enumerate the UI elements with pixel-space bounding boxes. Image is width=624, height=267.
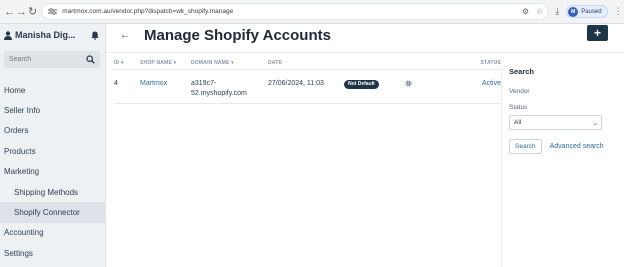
- search-actions: Search Advanced search: [509, 139, 624, 154]
- cell-status: Active: [481, 80, 501, 87]
- header-divider: [106, 52, 624, 53]
- main-content: ← Manage Shopify Accounts + ID ▾ SHOP NA…: [106, 24, 624, 267]
- sidebar-item-shipping-methods[interactable]: Shipping Methods: [0, 182, 105, 202]
- sidebar-item-orders[interactable]: Orders: [0, 121, 105, 141]
- back-arrow-icon[interactable]: ←: [4, 4, 15, 20]
- cell-id: 4: [114, 80, 118, 87]
- sidebar-header: Manisha Dig...: [0, 24, 105, 46]
- vendor-name: Manisha Dig...: [15, 30, 76, 40]
- search-panel: Search Vendor Status All ⌄ Search Advanc…: [501, 67, 624, 267]
- domain-line-1: a319c7-: [191, 80, 217, 87]
- app-shell: Manisha Dig... Home Seller Info Orders P…: [0, 24, 624, 267]
- search-panel-title: Search: [509, 67, 535, 76]
- status-select[interactable]: All ⌄: [509, 115, 602, 130]
- user-icon: [4, 30, 12, 40]
- avatar: M: [568, 6, 579, 17]
- status-badge: Not Default: [344, 80, 379, 89]
- forward-arrow-icon[interactable]: →: [16, 4, 27, 20]
- page-header: ← Manage Shopify Accounts: [106, 24, 624, 44]
- sidebar-item-home[interactable]: Home: [0, 80, 105, 100]
- domain-line-2: 52.myshopify.com: [191, 90, 247, 97]
- sidebar-item-marketing[interactable]: Marketing: [0, 162, 105, 182]
- status-label: Status: [509, 104, 528, 111]
- cell-domain-name: a319c7- 52.myshopify.com: [191, 79, 268, 99]
- search-button[interactable]: Search: [509, 139, 542, 154]
- table-header: ID ▾ SHOP NAME ▾ DOMAIN NAME ▾ DATE STAT…: [114, 56, 501, 70]
- reload-icon[interactable]: ↻: [28, 4, 37, 20]
- column-header-date[interactable]: DATE: [268, 60, 344, 66]
- address-bar[interactable]: martmox.com.au/vendor.php?dispatch=wk_sh…: [41, 3, 550, 20]
- profile-button[interactable]: M Paused: [566, 5, 608, 18]
- sidebar-item-settings[interactable]: Settings: [0, 243, 105, 263]
- column-header-status[interactable]: STATUS: [452, 60, 501, 66]
- chevron-down-icon: ⌄: [592, 119, 598, 127]
- gear-icon[interactable]: [404, 79, 413, 88]
- cell-shop-name[interactable]: Martmox: [140, 79, 191, 89]
- search-icon[interactable]: [86, 55, 95, 64]
- sidebar-search-input[interactable]: [9, 56, 79, 63]
- table-row: 4 Martmox a319c7- 52.myshopify.com 27/06…: [114, 70, 501, 104]
- vendor-label: Vendor: [509, 88, 530, 95]
- sidebar-item-shopify-connector[interactable]: Shopify Connector: [0, 202, 105, 223]
- status-select-value: All: [514, 119, 522, 126]
- back-arrow-icon[interactable]: ←: [120, 30, 130, 41]
- browser-toolbar: ← → ↻ martmox.com.au/vendor.php?dispatch…: [0, 0, 624, 24]
- download-icon[interactable]: ⤓: [555, 6, 559, 17]
- bookmark-star-icon[interactable]: ☆: [536, 7, 543, 16]
- url-text[interactable]: martmox.com.au/vendor.php?dispatch=wk_sh…: [62, 8, 515, 15]
- sidebar-search: [4, 51, 100, 68]
- sidebar-item-accounting[interactable]: Accounting: [0, 223, 105, 243]
- sidebar: Manisha Dig... Home Seller Info Orders P…: [0, 24, 106, 267]
- cell-actions: [404, 79, 452, 92]
- cell-date: 27/06/2024, 11:03: [268, 80, 324, 87]
- browser-menu-icon[interactable]: ⋮: [614, 6, 623, 17]
- cell-default-badge: Not Default: [344, 79, 404, 89]
- sidebar-menu: Home Seller Info Orders Products Marketi…: [0, 80, 105, 264]
- profile-status: Paused: [581, 8, 602, 15]
- accounts-table: ID ▾ SHOP NAME ▾ DOMAIN NAME ▾ DATE STAT…: [114, 56, 501, 104]
- sidebar-item-seller-info[interactable]: Seller Info: [0, 100, 105, 120]
- column-header-domain-name[interactable]: DOMAIN NAME ▾: [191, 60, 268, 66]
- page-title: Manage Shopify Accounts: [144, 26, 331, 44]
- vendor-switcher[interactable]: Manisha Dig...: [4, 30, 76, 40]
- column-header-shop-name[interactable]: SHOP NAME ▾: [140, 60, 191, 66]
- column-header-id[interactable]: ID ▾: [114, 60, 140, 66]
- bell-icon[interactable]: [91, 31, 99, 40]
- advanced-search-link[interactable]: Advanced search: [550, 143, 604, 150]
- sidebar-item-products[interactable]: Products: [0, 141, 105, 161]
- password-key-icon[interactable]: ⚙: [522, 7, 529, 16]
- add-account-button[interactable]: +: [587, 25, 608, 41]
- site-info-icon[interactable]: [47, 7, 57, 17]
